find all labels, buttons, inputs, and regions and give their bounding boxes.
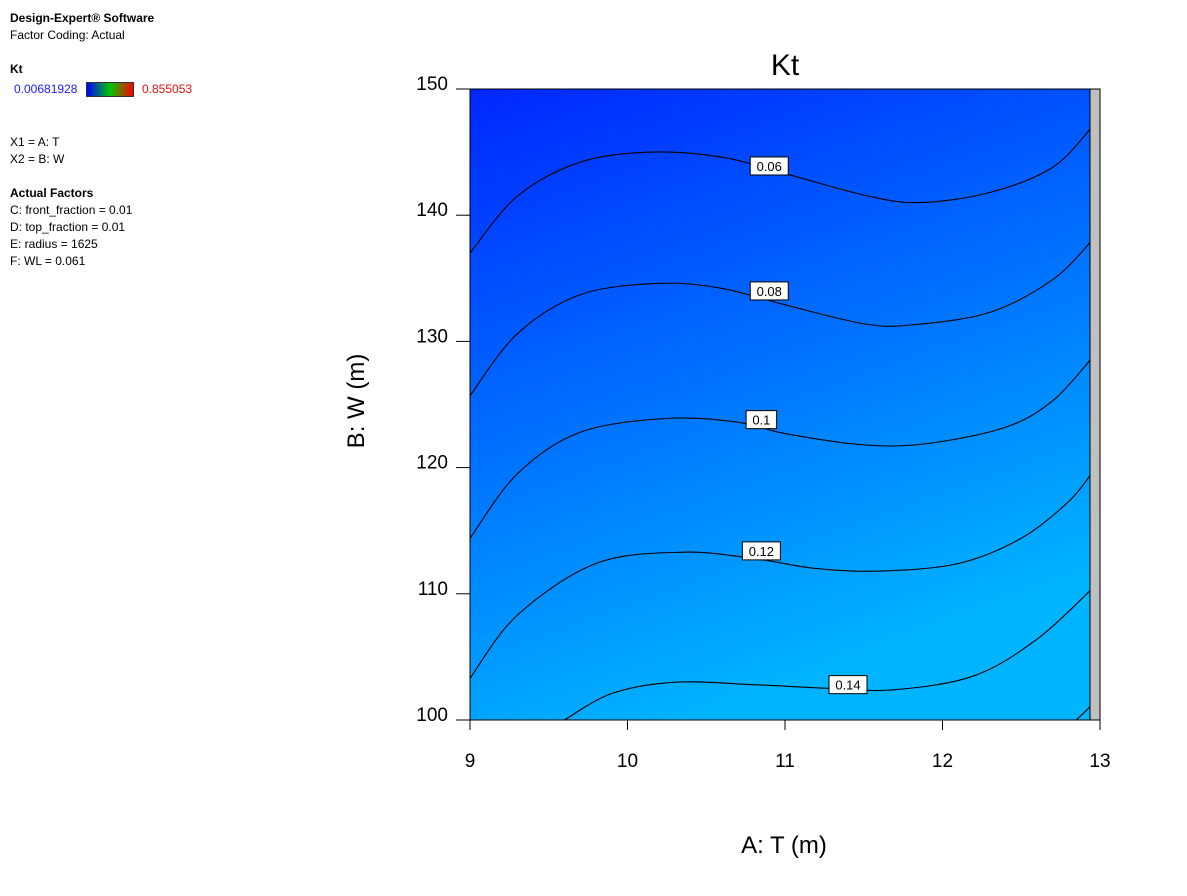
x-tick-label-2: 11 (775, 751, 795, 772)
contour-label-0: 0.06 (757, 159, 782, 174)
y-tick-label-4: 140 (416, 200, 448, 221)
contour-fill (470, 89, 1090, 720)
contour-label-3: 0.12 (749, 544, 774, 559)
out-of-range-strip (1089, 88, 1101, 721)
y-tick-label-0: 100 (416, 705, 448, 726)
y-axis-title: B: W (m) (343, 354, 370, 449)
y-tick-label-3: 130 (416, 326, 448, 347)
x-axis-title: A: T (m) (741, 832, 827, 859)
y-tick-label-1: 110 (418, 579, 448, 600)
x-tick-label-3: 12 (932, 751, 953, 772)
contour-label-1: 0.08 (757, 284, 782, 299)
y-tick-label-2: 120 (416, 453, 448, 474)
x-tick-label-1: 10 (617, 751, 638, 772)
chart-title: Kt (771, 49, 800, 82)
x-tick-label-4: 13 (1089, 751, 1110, 772)
contour-chart: 0.06 0.08 0.1 0.12 0.14 9 10 11 12 13 100 110 120 130… (343, 49, 1111, 859)
y-tick-label-5: 150 (416, 74, 448, 95)
contour-label-2: 0.1 (752, 413, 770, 428)
x-tick-label-0: 9 (465, 751, 476, 772)
contour-label-4: 0.14 (835, 678, 860, 693)
